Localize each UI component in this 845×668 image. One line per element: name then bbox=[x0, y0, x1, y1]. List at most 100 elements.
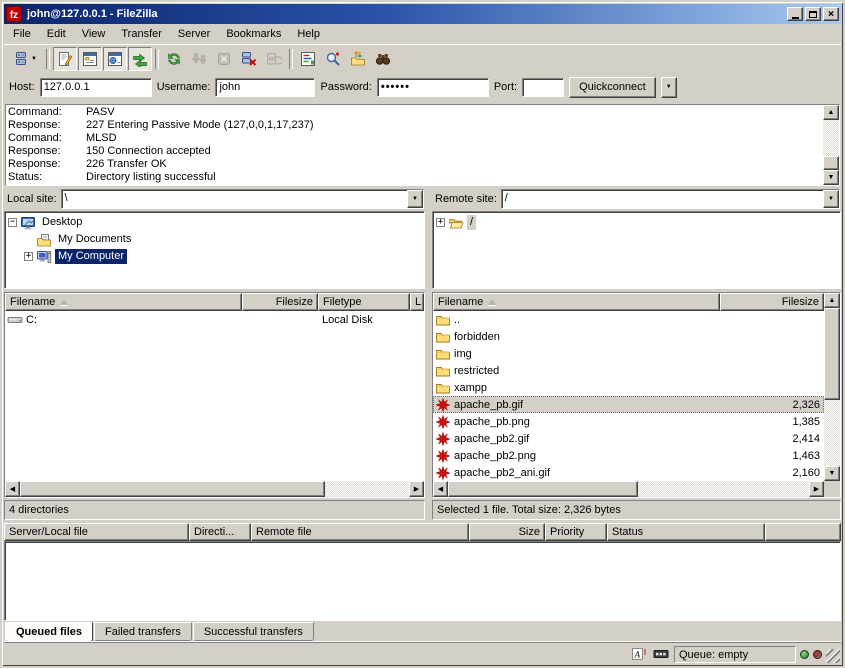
tree-item[interactable]: + / bbox=[433, 214, 840, 231]
file-row-apache_pb.gif[interactable]: apache_pb.gif 2,326 bbox=[433, 396, 824, 413]
maximize-icon bbox=[809, 11, 817, 18]
scroll-left-button[interactable]: ◀ bbox=[5, 481, 20, 497]
file-row-img[interactable]: img bbox=[433, 345, 824, 362]
data-type-ascii-icon[interactable]: A bbox=[630, 646, 648, 662]
menu-item[interactable]: Edit bbox=[39, 25, 74, 43]
password-input[interactable] bbox=[377, 78, 489, 97]
menu-item[interactable]: Help bbox=[289, 25, 328, 43]
scroll-thumb[interactable] bbox=[448, 481, 638, 497]
sync-browse-icon bbox=[350, 51, 366, 67]
toolbar-button-toggle-queue[interactable]: ▼ bbox=[128, 47, 152, 71]
column-header[interactable]: Server/Local file bbox=[4, 523, 189, 541]
queue-tab[interactable]: Queued files bbox=[5, 622, 93, 642]
queue-tab[interactable]: Failed transfers bbox=[94, 622, 192, 641]
file-row-apache_pb2.png[interactable]: apache_pb2.png 1,463 bbox=[433, 447, 824, 464]
toolbar-button-process-queue[interactable]: ▼ bbox=[187, 47, 211, 71]
scroll-track[interactable] bbox=[448, 481, 809, 497]
scroll-thumb[interactable] bbox=[823, 156, 839, 170]
scroll-up-button[interactable]: ▲ bbox=[824, 293, 840, 308]
sort-ascending-icon bbox=[60, 299, 68, 305]
maximize-button[interactable] bbox=[805, 7, 821, 21]
tree-expander[interactable]: − bbox=[8, 218, 17, 227]
pane-splitter[interactable] bbox=[425, 188, 432, 520]
tree-item[interactable]: + My Computer bbox=[5, 248, 424, 265]
menu-item[interactable]: Server bbox=[170, 25, 218, 43]
host-input[interactable] bbox=[40, 78, 152, 97]
host-label: Host: bbox=[9, 81, 35, 93]
file-row-C:[interactable]: C: Local Disk bbox=[5, 311, 424, 328]
port-input[interactable] bbox=[522, 78, 564, 97]
toolbar-button-site-manager[interactable]: ▼ bbox=[7, 47, 43, 71]
column-header[interactable]: Filesize bbox=[242, 293, 318, 311]
quickconnect-button[interactable]: Quickconnect bbox=[569, 77, 656, 98]
menu-item[interactable]: File bbox=[5, 25, 39, 43]
local-site-combobox[interactable]: \ ▼ bbox=[61, 189, 424, 209]
column-header[interactable]: Remote file bbox=[251, 523, 469, 541]
toolbar-button-toggle-remote-tree[interactable]: ▼ bbox=[103, 47, 127, 71]
column-header[interactable]: Size bbox=[469, 523, 545, 541]
file-row-apache_pb2_ani.gif[interactable]: apache_pb2_ani.gif 2,160 bbox=[433, 464, 824, 481]
quickconnect-dropdown-button[interactable]: ▼ bbox=[661, 77, 677, 98]
scroll-thumb[interactable] bbox=[20, 481, 325, 497]
username-input[interactable] bbox=[215, 78, 315, 97]
remote-site-combobox[interactable]: / ▼ bbox=[501, 189, 840, 209]
file-row-restricted[interactable]: restricted bbox=[433, 362, 824, 379]
toolbar-button-sync-browse[interactable]: ▼ bbox=[346, 47, 370, 71]
scroll-track[interactable] bbox=[823, 120, 839, 170]
column-header[interactable]: Directi... bbox=[189, 523, 251, 541]
column-header[interactable]: Filetype bbox=[318, 293, 410, 311]
toolbar-button-cancel[interactable]: ▼ bbox=[212, 47, 236, 71]
column-header[interactable] bbox=[765, 523, 841, 541]
filezilla-window: fz john@127.0.0.1 - FileZilla × FileEdit… bbox=[0, 0, 845, 668]
menu-item[interactable]: Bookmarks bbox=[218, 25, 289, 43]
scroll-right-button[interactable]: ▶ bbox=[409, 481, 424, 497]
scroll-up-button[interactable]: ▲ bbox=[823, 105, 839, 120]
speed-limit-icon[interactable] bbox=[652, 646, 670, 662]
toolbar-button-search[interactable]: ▼ bbox=[321, 47, 345, 71]
folder-icon bbox=[435, 363, 451, 379]
column-header[interactable]: Filename bbox=[5, 293, 242, 311]
column-header[interactable]: L bbox=[410, 293, 424, 311]
local-site-value: \ bbox=[62, 190, 407, 208]
scroll-left-button[interactable]: ◀ bbox=[433, 481, 448, 497]
column-header[interactable]: Priority bbox=[545, 523, 607, 541]
filezilla-logo-icon: fz bbox=[6, 6, 22, 22]
queue-tab[interactable]: Successful transfers bbox=[193, 622, 314, 641]
toolbar-button-toggle-message-log[interactable]: ▼ bbox=[53, 47, 77, 71]
toolbar-button-disconnect[interactable]: ▼ bbox=[237, 47, 261, 71]
scroll-thumb[interactable] bbox=[824, 308, 840, 400]
toolbar-separator: ▼ bbox=[44, 48, 52, 70]
tree-item[interactable]: − Desktop bbox=[5, 214, 424, 231]
file-row-forbidden[interactable]: forbidden bbox=[433, 328, 824, 345]
scroll-track[interactable] bbox=[20, 481, 409, 497]
title-bar[interactable]: fz john@127.0.0.1 - FileZilla × bbox=[4, 4, 841, 24]
menu-item[interactable]: View bbox=[74, 25, 114, 43]
column-header[interactable]: Status bbox=[607, 523, 765, 541]
reconnect-icon bbox=[266, 51, 282, 67]
file-row-apache_pb2.gif[interactable]: apache_pb2.gif 2,414 bbox=[433, 430, 824, 447]
file-row-..[interactable]: .. bbox=[433, 311, 824, 328]
tree-expander[interactable]: + bbox=[436, 218, 445, 227]
toolbar-button-filter[interactable]: ▼ bbox=[296, 47, 320, 71]
close-button[interactable]: × bbox=[823, 7, 839, 21]
scroll-track[interactable] bbox=[824, 308, 840, 466]
column-header[interactable]: Filesize bbox=[720, 293, 824, 311]
toolbar-button-toggle-local-tree[interactable]: ▼ bbox=[78, 47, 102, 71]
file-row-xampp[interactable]: xampp bbox=[433, 379, 824, 396]
tree-item[interactable]: My Documents bbox=[5, 231, 424, 248]
toolbar-button-refresh[interactable]: ▼ bbox=[162, 47, 186, 71]
combo-arrow-icon[interactable]: ▼ bbox=[823, 190, 839, 208]
scroll-right-button[interactable]: ▶ bbox=[809, 481, 824, 497]
column-header[interactable]: Filename bbox=[433, 293, 720, 311]
minimize-button[interactable] bbox=[787, 7, 803, 21]
toolbar-button-compare[interactable]: ▼ bbox=[371, 47, 395, 71]
file-row-apache_pb.png[interactable]: apache_pb.png 1,385 bbox=[433, 413, 824, 430]
tree-expander[interactable]: + bbox=[24, 252, 33, 261]
menu-item[interactable]: Transfer bbox=[113, 25, 170, 43]
toolbar-button-reconnect[interactable]: ▼ bbox=[262, 47, 286, 71]
status-bar: A Queue: empty bbox=[4, 642, 841, 664]
combo-arrow-icon[interactable]: ▼ bbox=[407, 190, 423, 208]
scroll-down-button[interactable]: ▼ bbox=[824, 466, 840, 481]
scroll-down-button[interactable]: ▼ bbox=[823, 170, 839, 185]
resize-grip[interactable] bbox=[826, 649, 840, 663]
